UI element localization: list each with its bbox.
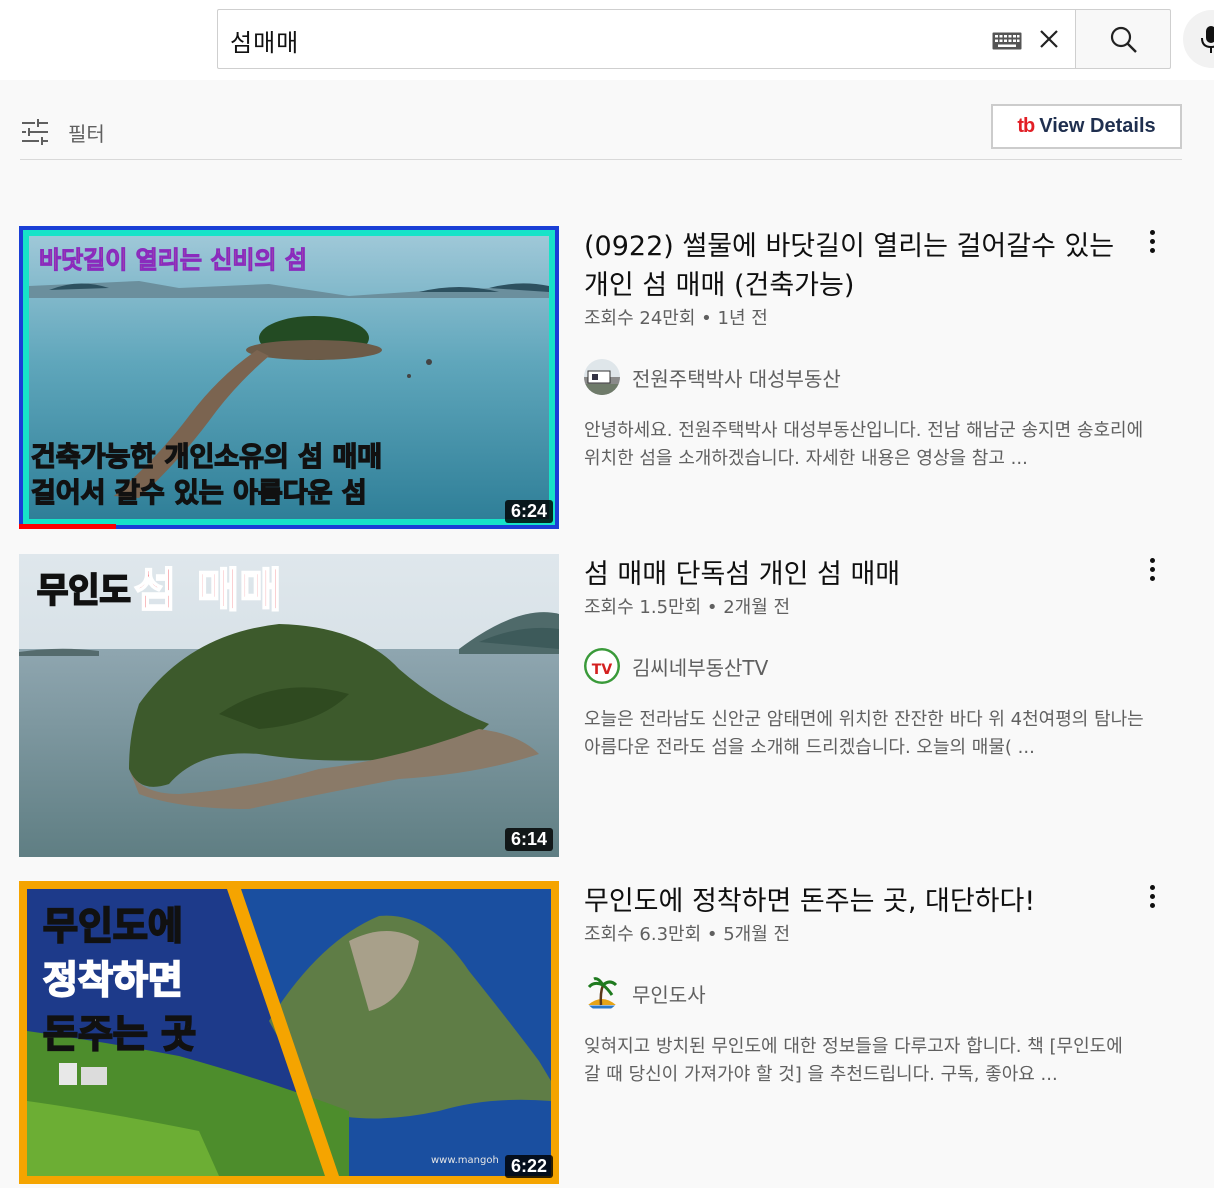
more-vertical-icon[interactable] xyxy=(1144,554,1160,584)
mic-icon xyxy=(1201,26,1214,53)
voice-search-button[interactable] xyxy=(1183,10,1214,68)
tv-avatar-icon: TV xyxy=(584,648,620,684)
filter-button[interactable]: 필터 xyxy=(20,114,105,150)
house-avatar-icon xyxy=(584,359,620,395)
duration-badge: 6:22 xyxy=(504,1155,553,1178)
thumbnail-caption-word1: 섬 xyxy=(134,563,176,617)
thumbnail-caption-word2: 매매 xyxy=(197,563,282,617)
search-input[interactable]: 섬매매 xyxy=(217,9,1077,69)
video-stats: 조회수 6.3만회 • 5개월 전 xyxy=(584,924,791,945)
masthead: 섬매매 xyxy=(0,0,1214,80)
video-title[interactable]: 섬 매매 단독섬 개인 섬 매매 xyxy=(584,554,1144,594)
video-description: 안녕하세요. 전원주택박사 대성부동산입니다. 전남 해남군 송지면 송호리에 … xyxy=(584,420,1144,469)
search-button[interactable] xyxy=(1075,9,1171,69)
duration-badge: 6:14 xyxy=(504,828,553,851)
channel-avatar[interactable] xyxy=(584,975,620,1011)
palm-island-avatar-icon xyxy=(584,975,620,1011)
thumbnail-caption-prefix: 무인도 xyxy=(37,571,131,611)
channel-avatar[interactable]: TV xyxy=(584,648,620,684)
avatar-tv-text: TV xyxy=(592,662,613,678)
keyboard-icon[interactable] xyxy=(992,32,1022,50)
thumbnail-image: 무인도 섬 매매 xyxy=(19,554,559,857)
thumbnail-caption-line3: 돈주는 곳 xyxy=(43,1012,196,1056)
video-title[interactable]: (0922) 썰물에 바닷길이 열리는 걸어갈수 있는 개인 섬 매매 (건축가… xyxy=(584,226,1144,305)
channel-link[interactable]: 전원주택박사 대성부동산 xyxy=(584,359,1144,395)
watch-progress-bar xyxy=(19,524,117,529)
video-thumbnail[interactable]: 무인도 섬 매매 6:14 xyxy=(19,554,559,857)
channel-name[interactable]: 김씨네부동산TV xyxy=(632,652,768,681)
close-icon[interactable] xyxy=(1036,26,1062,52)
video-thumbnail[interactable]: 바닷길이 열리는 신비의 섬 건축가능한 개인소유의 섬 매매 걸어서 갈수 있… xyxy=(19,226,559,529)
video-meta: 무인도에 정착하면 돈주는 곳, 대단하다! 조회수 6.3만회 • 5개월 전… xyxy=(584,881,1144,1089)
video-title[interactable]: 무인도에 정착하면 돈주는 곳, 대단하다! xyxy=(584,881,1144,921)
thumbnail-top-caption: 바닷길이 열리는 신비의 섬 xyxy=(39,246,307,274)
channel-name[interactable]: 전원주택박사 대성부동산 xyxy=(632,363,841,392)
channel-link[interactable]: 무인도사 xyxy=(584,975,1144,1011)
video-thumbnail[interactable]: 무인도에 정착하면 돈주는 곳 www.mangoh 6:22 xyxy=(19,881,559,1184)
view-details-button[interactable]: tb View Details xyxy=(991,104,1182,149)
thumbnail-caption-line2: 정착하면 xyxy=(43,958,183,1002)
thumbnail-caption-line1: 무인도에 xyxy=(43,904,183,948)
thumbnail-image: 무인도에 정착하면 돈주는 곳 www.mangoh xyxy=(19,881,559,1184)
tubebuddy-logo-icon: tb xyxy=(1017,115,1035,137)
search-query-text[interactable]: 섬매매 xyxy=(230,23,299,58)
thumbnail-watermark: www.mangoh xyxy=(431,1155,499,1166)
more-vertical-icon[interactable] xyxy=(1144,226,1160,256)
thumbnail-caption-line1: 건축가능한 개인소유의 섬 매매 xyxy=(31,442,382,473)
video-result: 바닷길이 열리는 신비의 섬 건축가능한 개인소유의 섬 매매 걸어서 갈수 있… xyxy=(19,226,1189,529)
search-icon xyxy=(1110,26,1137,53)
thumbnail-image: 바닷길이 열리는 신비의 섬 건축가능한 개인소유의 섬 매매 걸어서 갈수 있… xyxy=(19,226,559,529)
video-stats: 조회수 24만회 • 1년 전 xyxy=(584,308,768,329)
filter-label: 필터 xyxy=(68,121,105,146)
channel-link[interactable]: TV 김씨네부동산TV xyxy=(584,648,1144,684)
view-details-label: View Details xyxy=(1039,115,1156,137)
video-description: 오늘은 전라남도 신안군 암태면에 위치한 잔잔한 바다 위 4천여평의 탐나는… xyxy=(584,709,1144,758)
filter-bar: 필터 tb View Details xyxy=(20,104,1182,160)
filter-sliders-icon xyxy=(22,119,48,145)
channel-name[interactable]: 무인도사 xyxy=(632,979,706,1008)
video-stats: 조회수 1.5만회 • 2개월 전 xyxy=(584,597,791,618)
video-result: 무인도에 정착하면 돈주는 곳 www.mangoh 6:22 무인도에 정착하… xyxy=(19,881,1189,1184)
video-meta: 섬 매매 단독섬 개인 섬 매매 조회수 1.5만회 • 2개월 전 TV 김씨… xyxy=(584,554,1144,762)
video-description: 잊혀지고 방치된 무인도에 대한 정보들을 다루고자 합니다. 책 [무인도에 … xyxy=(584,1036,1123,1085)
duration-badge: 6:24 xyxy=(504,500,553,523)
video-result: 무인도 섬 매매 6:14 섬 매매 단독섬 개인 섬 매매 조회수 1.5만회… xyxy=(19,554,1189,857)
thumbnail-caption-line2: 걸어서 갈수 있는 아름다운 섬 xyxy=(31,478,367,509)
video-meta: (0922) 썰물에 바닷길이 열리는 걸어갈수 있는 개인 섬 매매 (건축가… xyxy=(584,226,1144,473)
more-vertical-icon[interactable] xyxy=(1144,881,1160,911)
channel-avatar[interactable] xyxy=(584,359,620,395)
